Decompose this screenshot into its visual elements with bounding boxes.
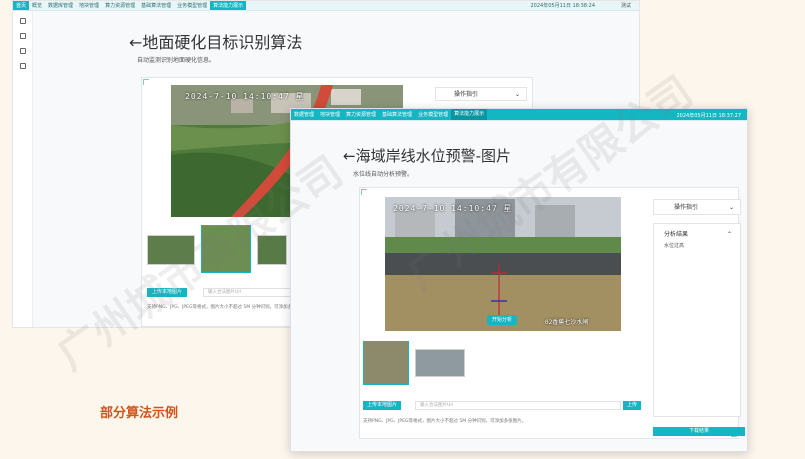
chevron-down-icon[interactable]: ⌄ <box>729 200 734 216</box>
photo-timestamp: 2024-7-10 14:10:47 星 <box>393 204 513 213</box>
nav-item[interactable]: 概览 <box>29 2 45 9</box>
result-value: 水位过高 <box>664 243 685 249</box>
upload-note: 支持PNG、JPG、JPEG等格式，图片大小不超过 5M 分钟识别，可添加多张图… <box>363 419 527 424</box>
photo-timestamp: 2024-7-10 14:10:47 星 <box>185 92 305 101</box>
image-url-input[interactable]: 输入合法图片Url <box>415 401 621 410</box>
grid-icon[interactable] <box>19 18 26 24</box>
page-title-text: 地面硬化目标识别算法 <box>142 33 303 52</box>
nav-item[interactable]: 基础算法管理 <box>379 111 415 118</box>
camera-label: 02香蕉七沙水闸 <box>545 319 589 326</box>
thumbnail[interactable] <box>257 235 287 265</box>
nav-menu: 首页 概览 数据库管理 地块管理 算力资源管理 基础算法管理 业务模型管理 算法… <box>13 1 247 10</box>
nav-item[interactable]: 业务模型管理 <box>415 111 451 118</box>
thumbnail-selected[interactable] <box>363 341 409 385</box>
nav-item[interactable]: 基础算法管理 <box>138 2 174 9</box>
corner-mark <box>361 189 367 195</box>
page-title[interactable]: ←地面硬化目标识别算法 <box>129 29 302 53</box>
result-header[interactable]: 分析结果 ⌃ <box>664 230 734 240</box>
page-title[interactable]: ←海域岸线水位预警-图片 <box>343 145 511 166</box>
url-submit-button[interactable]: 上传 <box>623 401 641 410</box>
top-nav-bar: 数据管理 地块管理 算力资源管理 基础算法管理 业务模型管理 算法能力展示 20… <box>291 109 747 121</box>
cart-icon[interactable] <box>19 48 26 54</box>
nav-item-active[interactable]: 算法能力展示 <box>451 109 488 120</box>
result-panel: 分析结果 ⌃ 水位过高 <box>653 223 741 417</box>
database-icon[interactable] <box>19 33 26 39</box>
page-title-text: 海域岸线水位预警-图片 <box>355 147 511 165</box>
upload-local-image-button[interactable]: 上传本地图片 <box>147 288 187 297</box>
guide-label: 操作指引 <box>454 91 479 98</box>
thumbnail[interactable] <box>147 235 195 265</box>
guide-panel[interactable]: 操作指引 ⌄ <box>435 87 527 101</box>
caption: 部分算法示例 <box>100 406 179 421</box>
nav-item[interactable]: 算力资源管理 <box>343 111 379 118</box>
image-url-input[interactable]: 输入合法图片Url <box>203 288 303 297</box>
thumbnail-selected[interactable] <box>201 225 251 273</box>
nav-item[interactable]: 地块管理 <box>76 2 102 9</box>
nav-item-active[interactable]: 算法能力展示 <box>210 1 247 10</box>
page-subtitle: 自动监测识别地面硬化信息。 <box>137 57 216 64</box>
result-label: 分析结果 <box>664 231 689 238</box>
guide-label: 操作指引 <box>674 204 699 211</box>
upload-note: 支持PNG、JPG、JPEG等格式，图片大小不超过 5M 分钟识别，可添加多张图… <box>147 305 310 310</box>
top-nav-bar: 首页 概览 数据库管理 地块管理 算力资源管理 基础算法管理 业务模型管理 算法… <box>13 1 639 11</box>
input-photo: 2024-7-10 14:10:47 星 02香蕉七沙水闸 开始分析 <box>385 197 621 331</box>
datetime: 2024年05月11日 18:38:24 <box>530 3 596 9</box>
download-result-button[interactable]: 下载结果 <box>653 427 745 436</box>
corner-mark <box>143 79 149 85</box>
side-toolbar <box>13 11 33 327</box>
datetime: 2024年05月11日 18:37:27 <box>676 113 742 119</box>
nav-item[interactable]: 地块管理 <box>317 111 343 118</box>
nav-item[interactable]: 业务模型管理 <box>174 2 210 9</box>
nav-menu: 数据管理 地块管理 算力资源管理 基础算法管理 业务模型管理 算法能力展示 <box>291 109 488 120</box>
upload-local-image-button[interactable]: 上传本地图片 <box>363 401 401 410</box>
page-subtitle: 水位线自动分析预警。 <box>353 171 414 178</box>
analyze-button[interactable]: 开始分析 <box>487 315 517 325</box>
nav-item-home[interactable]: 首页 <box>13 1 30 10</box>
guide-panel[interactable]: 操作指引 ⌄ <box>653 199 741 215</box>
thumbnail[interactable] <box>415 349 465 377</box>
chevron-up-icon[interactable]: ⌃ <box>727 230 732 240</box>
back-arrow-icon[interactable]: ← <box>343 147 356 165</box>
nav-item[interactable]: 算力资源管理 <box>102 2 138 9</box>
back-arrow-icon[interactable]: ← <box>129 33 142 52</box>
window-water-level: 数据管理 地块管理 算力资源管理 基础算法管理 业务模型管理 算法能力展示 20… <box>290 108 748 452</box>
settings-icon[interactable] <box>19 63 26 69</box>
nav-item[interactable]: 数据库管理 <box>45 2 76 9</box>
nav-item[interactable]: 数据管理 <box>291 111 317 118</box>
user-name[interactable]: 测试 <box>621 2 631 9</box>
chevron-down-icon[interactable]: ⌄ <box>515 88 520 102</box>
